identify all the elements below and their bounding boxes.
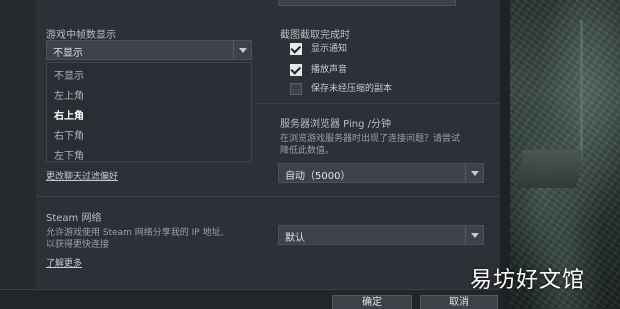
fps-option[interactable]: 不显示	[47, 63, 251, 83]
ping-title: 服务器浏览器 Ping /分钟	[280, 119, 392, 130]
fps-option[interactable]: 右下角	[47, 123, 251, 143]
fps-dropdown: 不显示 左上角 右上角 右下角 左下角	[46, 62, 252, 162]
screenshot-done-title: 截图截取完成时	[280, 30, 350, 41]
learn-more-link[interactable]: 了解更多	[46, 256, 82, 269]
show-notification-checkbox[interactable]	[290, 43, 302, 55]
fps-label: 游戏中帧数显示	[46, 30, 116, 41]
play-sound-label: 播放声音	[311, 65, 348, 75]
settings-dialog: 游戏中帧数显示 不显示 不显示 左上角 右上角 右下角 左下角 更改聊天过滤偏好…	[0, 0, 500, 309]
ping-desc-1: 在浏览游戏服务器时出现了连接问题？请尝试	[280, 134, 461, 144]
cancel-button[interactable]: 取消	[420, 295, 498, 309]
ping-select-value: 自动（5000）	[285, 171, 351, 182]
steam-network-desc-1: 允许游戏使用 Steam 网络分享我的 IP 地址,	[46, 228, 224, 238]
section-divider	[36, 196, 500, 197]
steam-network-title: Steam 网络	[46, 213, 102, 224]
scene-pole	[580, 20, 583, 160]
play-sound-checkbox[interactable]	[290, 64, 302, 76]
ping-select[interactable]: 自动（5000）	[278, 163, 484, 183]
settings-sidebar	[0, 0, 36, 289]
save-uncompressed-checkbox[interactable]	[290, 83, 302, 95]
fps-option[interactable]: 右上角	[47, 103, 251, 123]
save-uncompressed-label: 保存未经压缩的副本	[311, 84, 393, 94]
watermark-text: 易坊好文馆	[470, 268, 586, 293]
ping-desc-2: 降低此数值。	[280, 146, 335, 156]
chevron-down-icon	[465, 226, 483, 244]
fps-select-value: 不显示	[53, 48, 83, 59]
chevron-down-icon	[233, 41, 251, 59]
scene-boat	[516, 150, 584, 188]
top-select-remnant[interactable]	[278, 0, 456, 6]
chevron-down-icon	[465, 164, 483, 182]
fps-option[interactable]: 左下角	[47, 143, 251, 163]
right-divider	[256, 103, 500, 104]
chat-filter-link[interactable]: 更改聊天过滤偏好	[46, 169, 118, 182]
fps-select[interactable]: 不显示	[46, 40, 252, 60]
network-select[interactable]: 默认	[278, 225, 484, 245]
ok-button[interactable]: 确定	[332, 295, 412, 309]
network-select-value: 默认	[285, 233, 305, 244]
steam-network-desc-2: 以获得更快连接	[46, 240, 110, 250]
fps-option[interactable]: 左上角	[47, 83, 251, 103]
show-notification-label: 显示通知	[311, 44, 348, 54]
